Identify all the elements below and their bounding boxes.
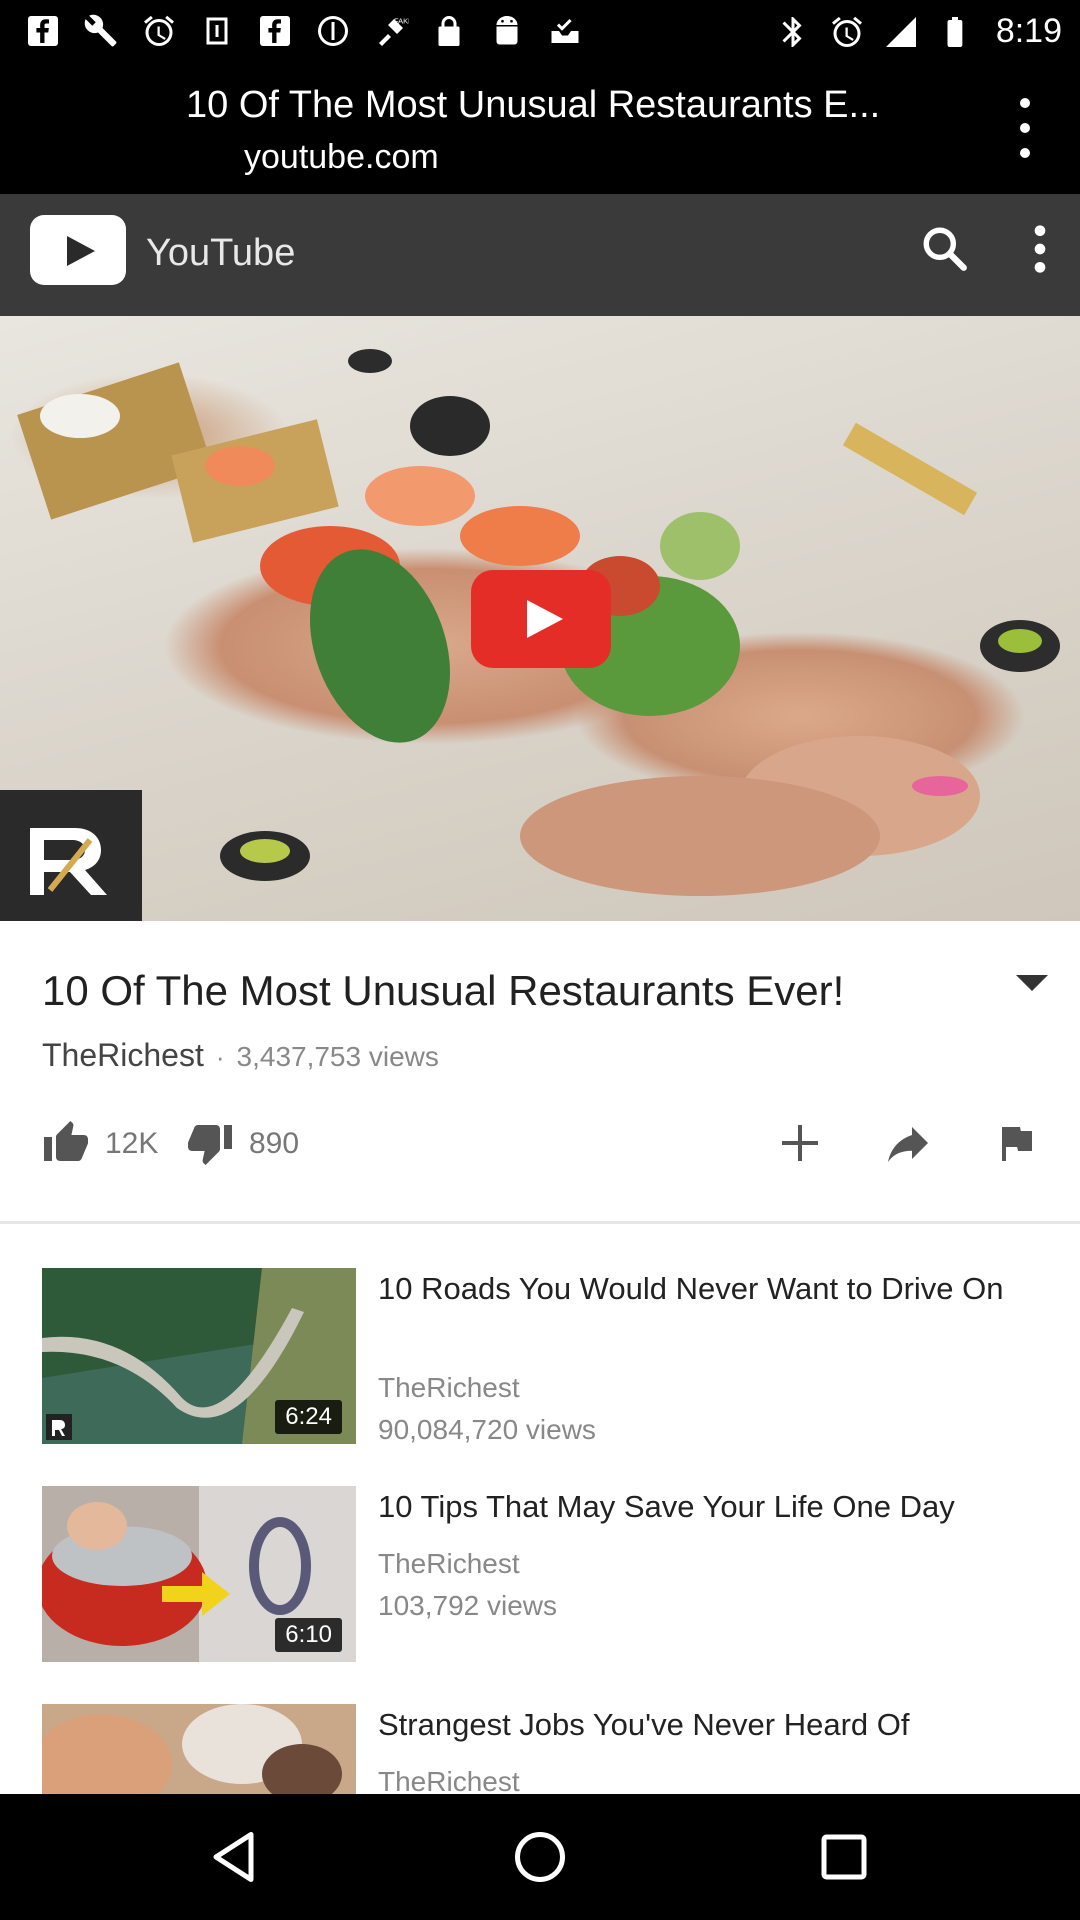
search-icon[interactable]: [920, 224, 970, 274]
youtube-logo-icon[interactable]: [30, 215, 126, 285]
overflow-menu-icon[interactable]: [1000, 98, 1050, 158]
youtube-wordmark[interactable]: YouTube: [146, 232, 295, 275]
related-thumbnail[interactable]: 6:24: [42, 1268, 356, 1444]
related-title[interactable]: 10 Roads You Would Never Want to Drive O…: [378, 1268, 1038, 1310]
svg-text:FAKE: FAKE: [394, 17, 409, 26]
android-icon: [488, 12, 526, 50]
youtube-header: YouTube: [0, 194, 1080, 316]
meta-separator: ·: [215, 1042, 225, 1072]
facebook-icon: [24, 12, 62, 50]
add-to-playlist-icon[interactable]: [776, 1119, 824, 1167]
video-duration: 6:10: [275, 1618, 342, 1652]
section-divider: [0, 1221, 1080, 1224]
video-info-panel: 10 Of The Most Unusual Restaurants Ever!…: [0, 921, 1080, 1794]
related-channel: TheRichest: [378, 1766, 520, 1794]
video-meta: TheRichest · 3,437,753 views: [42, 1037, 439, 1074]
related-views: 90,084,720 views: [378, 1414, 596, 1445]
related-thumbnail[interactable]: 6:10: [42, 1486, 356, 1662]
more-options-icon[interactable]: [1022, 224, 1058, 274]
related-channel: TheRichest: [378, 1548, 520, 1579]
home-icon[interactable]: [510, 1827, 570, 1887]
view-count: 3,437,753 views: [236, 1041, 439, 1072]
like-count: 12K: [105, 1127, 159, 1160]
navigation-bar: [0, 1794, 1080, 1920]
related-thumbnail[interactable]: [42, 1704, 356, 1794]
tv-icon: [198, 12, 236, 50]
dislike-icon[interactable]: [186, 1119, 234, 1167]
video-duration: 6:24: [275, 1400, 342, 1434]
alarm-icon: [140, 12, 178, 50]
notification-icons: FAKE: [24, 12, 584, 50]
related-video-item[interactable]: Strangest Jobs You've Never Heard Of The…: [0, 1704, 1080, 1794]
battery-icon: [936, 13, 974, 51]
facebook-icon: [256, 12, 294, 50]
page-url: youtube.com: [244, 138, 439, 176]
related-video-item[interactable]: 6:10 10 Tips That May Save Your Life One…: [0, 1486, 1080, 1662]
signal-icon: [882, 13, 920, 51]
play-button[interactable]: [471, 570, 611, 668]
inbox-check-icon: [546, 12, 584, 50]
related-title[interactable]: Strangest Jobs You've Never Heard Of: [378, 1704, 1038, 1746]
share-icon[interactable]: [884, 1119, 932, 1167]
bluetooth-icon: [774, 13, 812, 51]
circle-icon: [314, 12, 352, 50]
report-flag-icon[interactable]: [992, 1119, 1040, 1167]
related-video-item[interactable]: 6:24 10 Roads You Would Never Want to Dr…: [0, 1268, 1080, 1445]
recent-apps-icon[interactable]: [814, 1827, 874, 1887]
dislike-count: 890: [249, 1127, 300, 1160]
fake-gps-icon: FAKE: [372, 12, 410, 50]
video-title: 10 Of The Most Unusual Restaurants Ever!: [42, 967, 845, 1014]
related-channel: TheRichest: [378, 1372, 520, 1403]
expand-description-icon[interactable]: [1016, 969, 1050, 995]
channel-name[interactable]: TheRichest: [42, 1037, 204, 1074]
custom-tab-toolbar: 10 Of The Most Unusual Restaurants E... …: [0, 64, 1080, 194]
status-bar: FAKE 8:19: [0, 0, 1080, 64]
page-title: 10 Of The Most Unusual Restaurants E...: [186, 84, 881, 126]
wrench-icon: [82, 12, 120, 50]
lock-icon: [430, 12, 468, 50]
system-indicators: 8:19: [774, 12, 1062, 51]
related-title[interactable]: 10 Tips That May Save Your Life One Day: [378, 1486, 1038, 1528]
video-player[interactable]: [0, 316, 1080, 921]
back-icon[interactable]: [206, 1827, 266, 1887]
related-views: 103,792 views: [378, 1590, 558, 1621]
clock: 8:19: [995, 12, 1062, 50]
alarm-icon: [828, 13, 866, 51]
action-bar: 12K 890: [0, 1111, 1080, 1191]
channel-watermark-logo: [0, 790, 142, 921]
like-icon[interactable]: [42, 1119, 90, 1167]
